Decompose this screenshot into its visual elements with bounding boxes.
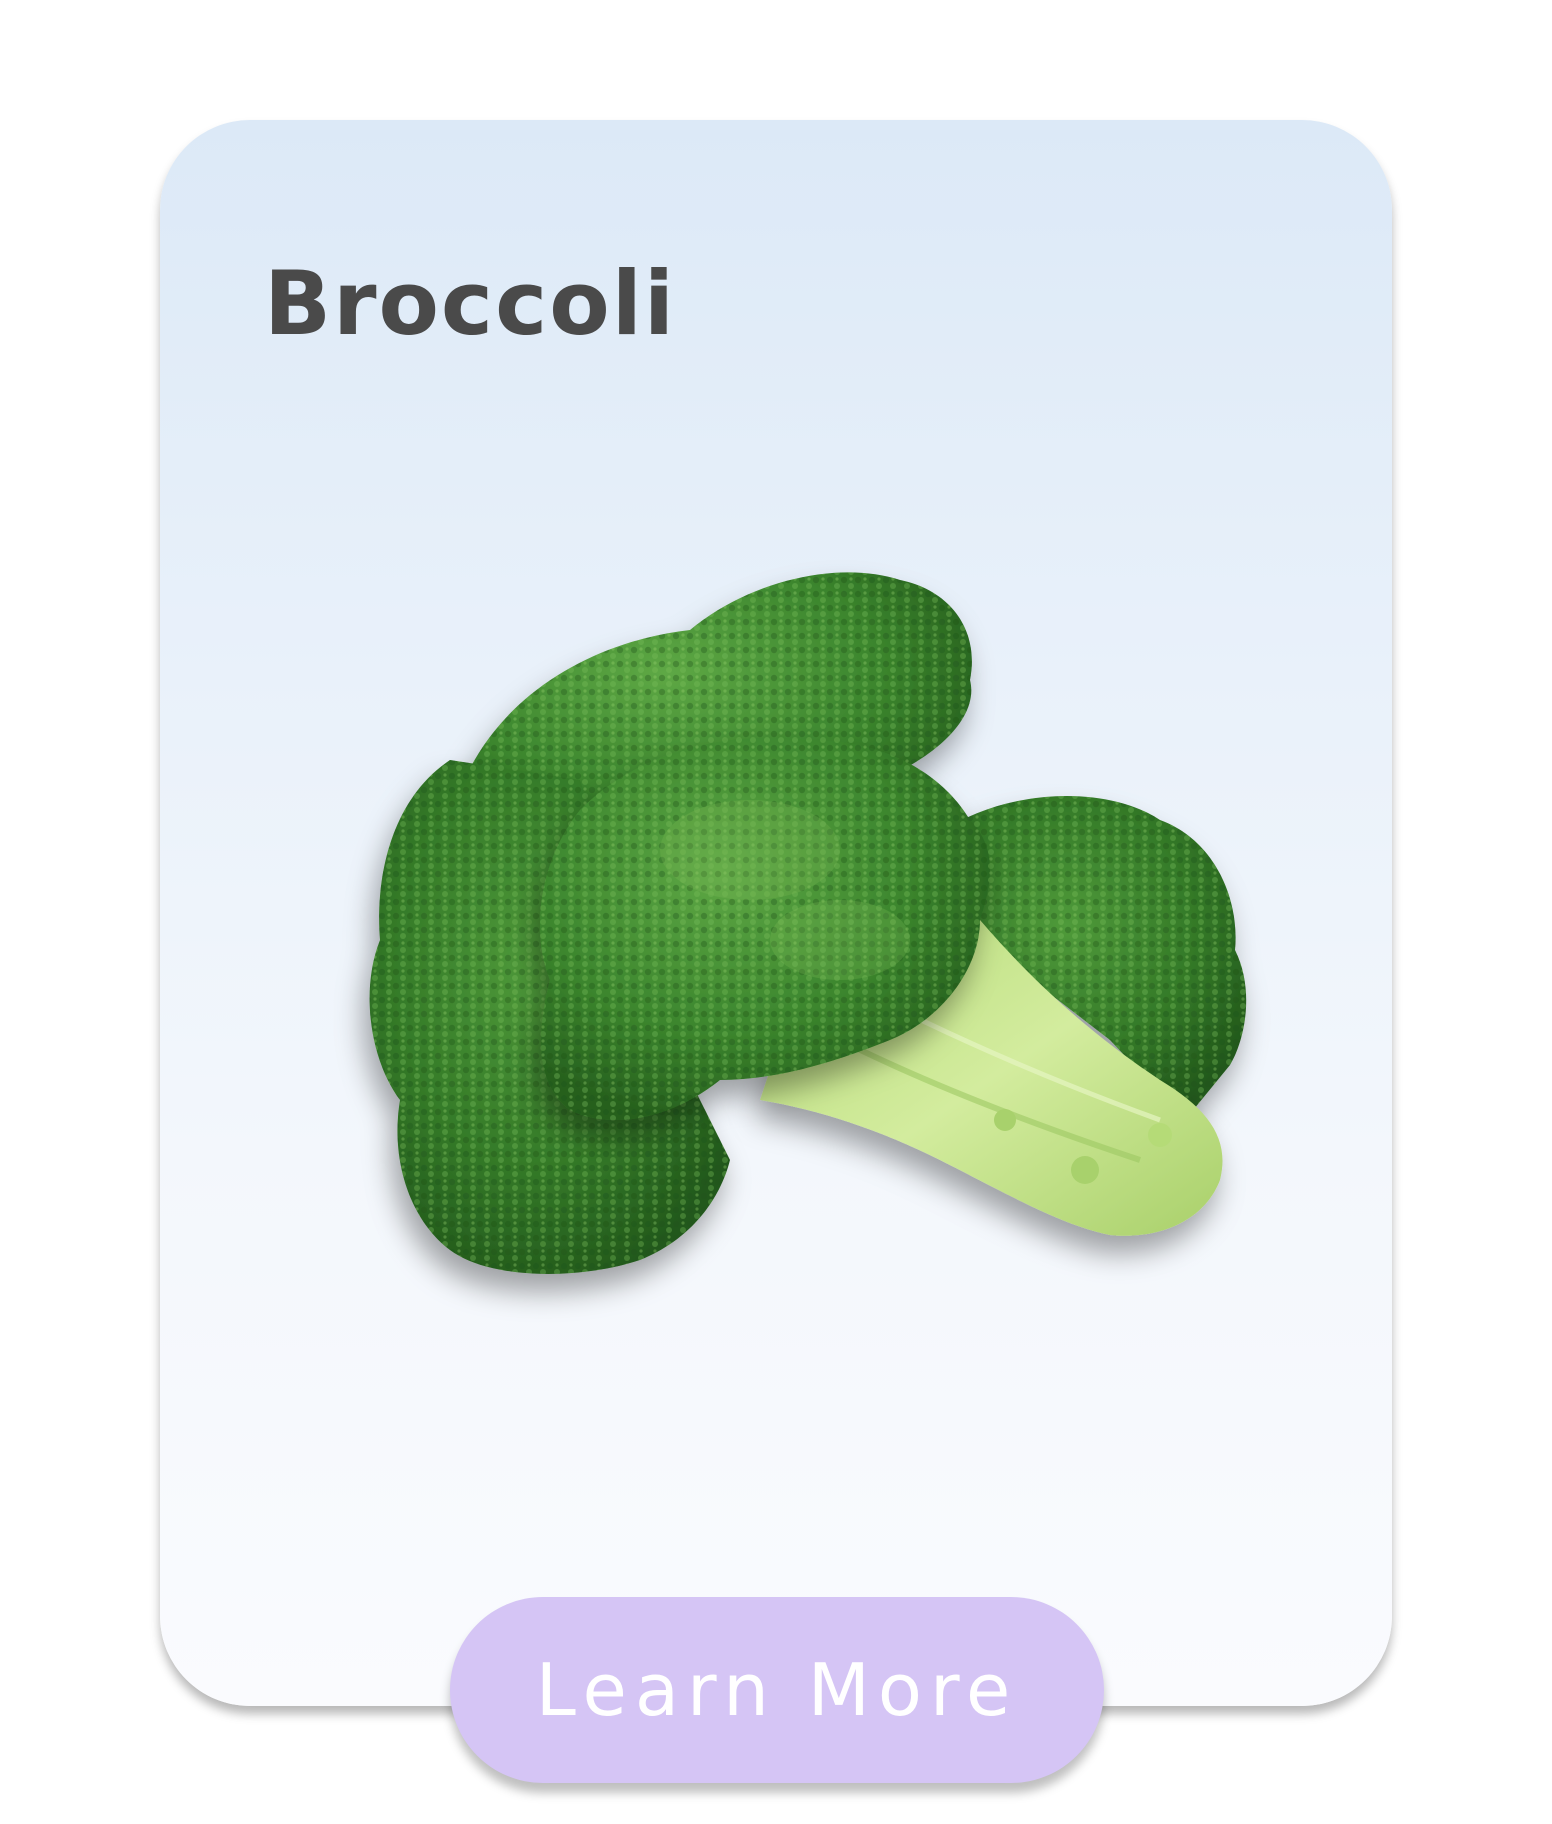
broccoli-image — [369, 572, 1247, 1274]
card-title: Broccoli — [264, 252, 677, 355]
product-card: Broccoli — [160, 120, 1392, 1706]
page: Broccoli Learn More — [0, 0, 1552, 1824]
learn-more-button[interactable]: Learn More — [450, 1597, 1104, 1783]
